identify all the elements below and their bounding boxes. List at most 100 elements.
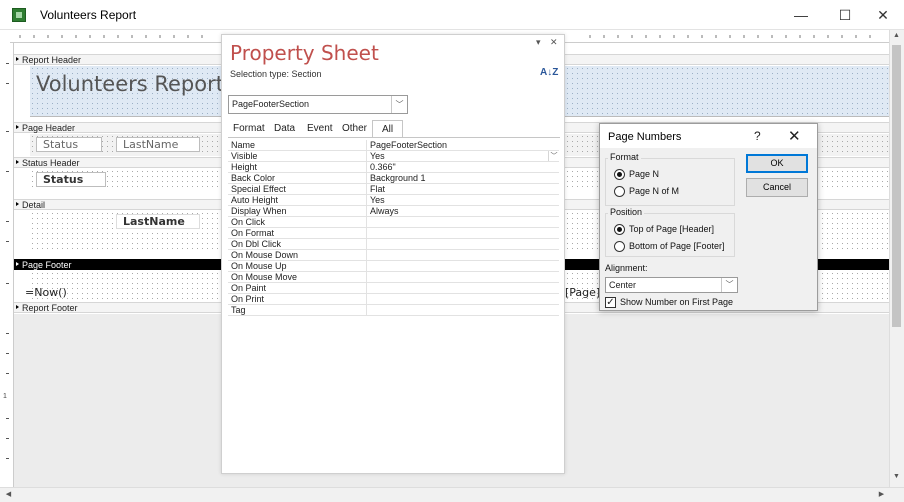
property-value[interactable]: Yes	[366, 195, 559, 206]
chevron-down-icon[interactable]: ﹀	[721, 278, 737, 292]
chevron-down-icon[interactable]: ﹀	[548, 151, 559, 161]
property-row-on-mouse-down[interactable]: On Mouse Down	[228, 250, 559, 261]
object-selector[interactable]: PageFooterSection ﹀	[228, 95, 408, 114]
access-app-icon	[12, 8, 26, 22]
minimize-button[interactable]: —	[786, 4, 816, 26]
property-row-on-mouse-up[interactable]: On Mouse Up	[228, 261, 559, 272]
property-value[interactable]	[366, 217, 559, 228]
property-name: Special Effect	[231, 184, 286, 194]
tab-data[interactable]: Data	[269, 120, 300, 138]
cancel-button[interactable]: Cancel	[746, 178, 808, 197]
property-name: Auto Height	[231, 195, 279, 205]
radio-page-n-of-m-label[interactable]: Page N of M	[629, 186, 679, 196]
now-textbox[interactable]: =Now()	[18, 286, 198, 300]
close-window-button[interactable]: ✕	[868, 4, 898, 26]
property-row-on-mouse-move[interactable]: On Mouse Move	[228, 272, 559, 283]
property-row-special-effect[interactable]: Special Effect Flat	[228, 184, 559, 195]
property-sheet-pane: Property Sheet ▾ ✕ Selection type: Secti…	[221, 34, 565, 474]
property-value[interactable]	[366, 261, 559, 272]
radio-page-n[interactable]	[614, 169, 625, 180]
scroll-down-icon[interactable]: ▼	[891, 473, 902, 480]
dialog-titlebar[interactable]: Page Numbers ? ✕	[600, 124, 817, 148]
ruler-tick	[6, 458, 9, 459]
property-row-on-format[interactable]: On Format	[228, 228, 559, 239]
property-value[interactable]: Yes	[366, 151, 559, 162]
property-value[interactable]: 0.366"	[366, 162, 559, 173]
alignment-label: Alignment:	[605, 263, 648, 273]
property-row-tag[interactable]: Tag	[228, 305, 559, 316]
lastname-label[interactable]: LastName	[116, 137, 200, 152]
property-value[interactable]: PageFooterSection	[366, 140, 559, 151]
horizontal-scrollbar[interactable]: ◀ ▶	[0, 487, 904, 502]
property-name: On Format	[231, 228, 275, 238]
tab-event[interactable]: Event	[302, 120, 338, 138]
ruler-tick	[6, 353, 9, 354]
radio-top-of-page[interactable]	[614, 224, 625, 235]
alignment-select[interactable]: Center ﹀	[605, 277, 738, 293]
report-title-label[interactable]: Volunteers Report	[36, 72, 224, 96]
radio-top-of-page-label[interactable]: Top of Page [Header]	[629, 224, 714, 234]
property-name: Height	[231, 162, 258, 172]
property-value[interactable]	[366, 228, 559, 239]
property-name: On Mouse Down	[231, 250, 299, 260]
lastname-textbox[interactable]: LastName	[116, 214, 200, 229]
tab-format[interactable]: Format	[228, 120, 270, 138]
help-icon[interactable]: ?	[754, 129, 761, 143]
scroll-left-icon[interactable]: ◀	[3, 490, 14, 498]
property-row-on-click[interactable]: On Click	[228, 217, 559, 228]
format-group-label: Format	[608, 152, 641, 162]
page-textbox[interactable]: [Page]	[562, 286, 600, 300]
radio-bottom-of-page-label[interactable]: Bottom of Page [Footer]	[629, 241, 725, 251]
chevron-down-icon[interactable]: ﹀	[391, 96, 407, 113]
property-row-display-when[interactable]: Display When Always	[228, 206, 559, 217]
property-value[interactable]	[366, 239, 559, 250]
property-row-back-color[interactable]: Back Color Background 1	[228, 173, 559, 184]
vertical-ruler: 1	[0, 43, 14, 487]
ok-button[interactable]: OK	[746, 154, 808, 173]
property-value[interactable]: Always	[366, 206, 559, 217]
property-value[interactable]	[366, 250, 559, 261]
radio-page-n-label[interactable]: Page N	[629, 169, 659, 179]
tab-all[interactable]: All	[372, 120, 404, 138]
radio-page-n-of-m[interactable]	[614, 186, 625, 197]
ruler-number: 1	[3, 393, 7, 400]
status-label[interactable]: Status	[36, 137, 102, 152]
tab-underline	[228, 137, 560, 138]
property-name: On Paint	[231, 283, 267, 293]
property-row-on-paint[interactable]: On Paint	[228, 283, 559, 294]
property-row-on-dbl-click[interactable]: On Dbl Click	[228, 239, 559, 250]
property-value[interactable]	[366, 305, 559, 316]
property-value[interactable]	[366, 283, 559, 294]
property-row-on-print[interactable]: On Print	[228, 294, 559, 305]
tab-other[interactable]: Other	[337, 120, 372, 138]
property-name: Display When	[231, 206, 287, 216]
property-value[interactable]: Flat	[366, 184, 559, 195]
property-row-visible[interactable]: Visible Yes ﹀	[228, 151, 559, 162]
maximize-button[interactable]: ☐	[830, 4, 860, 26]
property-row-height[interactable]: Height 0.366"	[228, 162, 559, 173]
property-value[interactable]: Background 1	[366, 173, 559, 184]
pane-close-icon[interactable]: ✕	[550, 37, 558, 48]
property-name: Visible	[231, 151, 258, 161]
sort-az-icon[interactable]: A↓Z	[540, 68, 558, 78]
property-row-name[interactable]: Name PageFooterSection	[228, 140, 559, 151]
show-first-page-checkbox[interactable]: ✓	[605, 297, 616, 308]
property-value[interactable]	[366, 294, 559, 305]
status-textbox[interactable]: Status	[36, 172, 106, 187]
property-name: Tag	[231, 305, 246, 315]
pane-dropdown-icon[interactable]: ▾	[536, 37, 541, 48]
ruler-tick	[6, 373, 9, 374]
close-icon[interactable]: ✕	[788, 127, 801, 145]
vertical-scroll-thumb[interactable]	[892, 45, 901, 327]
scroll-up-icon[interactable]: ▲	[891, 32, 902, 39]
property-value[interactable]	[366, 272, 559, 283]
property-name: On Dbl Click	[231, 239, 282, 249]
scroll-right-icon[interactable]: ▶	[876, 490, 887, 498]
show-first-page-label[interactable]: Show Number on First Page	[620, 297, 733, 307]
property-row-auto-height[interactable]: Auto Height Yes	[228, 195, 559, 206]
ruler-tick	[6, 438, 9, 439]
radio-bottom-of-page[interactable]	[614, 241, 625, 252]
property-name: On Print	[231, 294, 265, 304]
ruler-tick	[6, 333, 9, 334]
window-title: Volunteers Report	[40, 8, 137, 22]
